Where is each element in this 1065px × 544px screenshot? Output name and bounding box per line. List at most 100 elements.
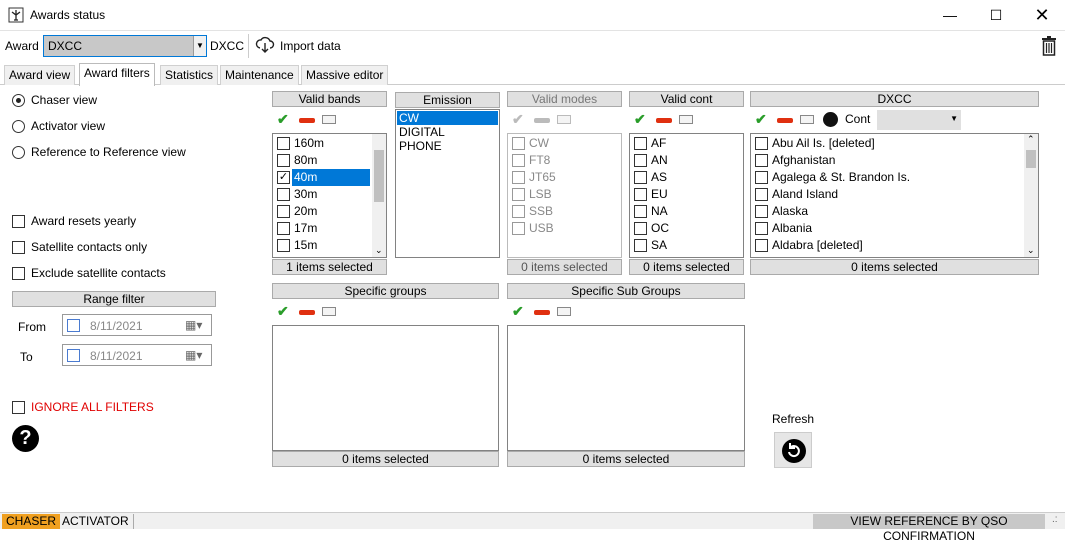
ref2ref-view-radio[interactable] (12, 146, 25, 159)
list-item[interactable]: 15m (273, 237, 386, 254)
to-date-picker[interactable]: 8/11/2021 ▦▾ (62, 344, 212, 366)
item-checkbox[interactable] (512, 188, 525, 201)
tab-statistics[interactable]: Statistics (160, 65, 219, 85)
list-item[interactable]: USB (508, 220, 621, 237)
activator-view-radio[interactable] (12, 120, 25, 133)
item-checkbox[interactable] (755, 239, 768, 252)
to-date-checkbox[interactable] (67, 349, 80, 362)
list-item[interactable]: Afghanistan (751, 152, 1038, 169)
list-item[interactable]: 17m (273, 220, 386, 237)
item-checkbox[interactable] (277, 188, 290, 201)
window-icon[interactable] (557, 307, 571, 316)
from-date-picker[interactable]: 8/11/2021 ▦▾ (62, 314, 212, 336)
list-item[interactable]: Agalega & St. Brandon Is. (751, 169, 1038, 186)
item-checkbox[interactable] (755, 188, 768, 201)
window-icon[interactable] (322, 115, 336, 124)
uncheck-all-icon[interactable] (299, 118, 315, 123)
status-activator[interactable]: ACTIVATOR (58, 514, 134, 529)
chevron-down-icon[interactable]: ▼ (193, 36, 206, 56)
item-checkbox[interactable] (634, 154, 647, 167)
window-icon[interactable] (322, 307, 336, 316)
item-checkbox[interactable] (512, 222, 525, 235)
item-checkbox[interactable] (634, 222, 647, 235)
status-view-reference[interactable]: VIEW REFERENCE BY QSO CONFIRMATION (813, 514, 1045, 543)
check-all-icon[interactable]: ✔ (512, 303, 524, 320)
chaser-view-radio[interactable] (12, 94, 25, 107)
list-item[interactable]: Aldabra [deleted] (751, 237, 1038, 254)
list-item[interactable]: SSB (508, 203, 621, 220)
list-item[interactable]: 20m (273, 203, 386, 220)
trash-icon[interactable] (1041, 36, 1057, 56)
check-all-icon[interactable]: ✔ (277, 303, 289, 320)
import-data-button[interactable]: Import data (255, 36, 355, 56)
list-item[interactable]: AF (630, 135, 743, 152)
list-item[interactable]: AS (630, 169, 743, 186)
globe-icon[interactable] (823, 112, 838, 127)
check-all-icon[interactable]: ✔ (634, 111, 646, 128)
check-all-icon[interactable]: ✔ (277, 111, 289, 128)
refresh-button[interactable] (774, 432, 812, 468)
list-item[interactable]: Aland Island (751, 186, 1038, 203)
item-checkbox[interactable] (277, 205, 290, 218)
item-checkbox[interactable] (755, 222, 768, 235)
list-item[interactable]: ✓ 40m (273, 169, 386, 186)
window-icon[interactable] (800, 115, 814, 124)
close-button[interactable]: ✕ (1019, 0, 1065, 31)
window-icon[interactable] (557, 115, 571, 124)
uncheck-all-icon[interactable] (656, 118, 672, 123)
list-item[interactable]: JT65 (508, 169, 621, 186)
item-checkbox[interactable] (512, 171, 525, 184)
list-item[interactable]: LSB (508, 186, 621, 203)
item-checkbox[interactable] (634, 137, 647, 150)
tab-award-view[interactable]: Award view (4, 65, 76, 85)
resets-yearly-checkbox[interactable] (12, 215, 25, 228)
item-checkbox[interactable] (277, 154, 290, 167)
list-item[interactable]: Abu Ail Is. [deleted] (751, 135, 1038, 152)
uncheck-all-icon[interactable] (534, 118, 550, 123)
list-item[interactable]: FT8 (508, 152, 621, 169)
item-checkbox[interactable] (634, 205, 647, 218)
item-checkbox[interactable] (634, 171, 647, 184)
maximize-button[interactable]: ☐ (973, 0, 1019, 31)
list-item[interactable]: Alaska (751, 203, 1038, 220)
item-checkbox[interactable] (512, 137, 525, 150)
bands-list[interactable]: ⌄ 160m 80m ✓ 40m 30m 20m 17m 15m (272, 133, 387, 258)
minimize-button[interactable]: — (927, 0, 973, 31)
modes-list[interactable]: CW FT8 JT65 LSB SSB USB (507, 133, 622, 258)
item-checkbox[interactable] (755, 171, 768, 184)
cont-select[interactable]: ▼ (877, 110, 961, 130)
tab-award-filters[interactable]: Award filters (79, 63, 155, 86)
resize-grip-icon[interactable]: .: (1052, 514, 1058, 525)
list-item[interactable]: OC (630, 220, 743, 237)
sat-only-checkbox[interactable] (12, 241, 25, 254)
emission-item[interactable]: PHONE (397, 139, 498, 153)
list-item[interactable]: AN (630, 152, 743, 169)
emission-list[interactable]: CW DIGITAL PHONE (395, 109, 500, 258)
tab-maintenance[interactable]: Maintenance (220, 65, 299, 85)
item-checkbox[interactable] (755, 137, 768, 150)
calendar-icon[interactable]: ▦▾ (185, 348, 202, 362)
item-checkbox[interactable] (755, 154, 768, 167)
award-select[interactable]: DXCC ▼ (43, 35, 207, 57)
list-item[interactable]: CW (508, 135, 621, 152)
cont-list[interactable]: AF AN AS EU NA OC SA (629, 133, 744, 258)
ignore-filters-checkbox[interactable] (12, 401, 25, 414)
list-item[interactable]: 80m (273, 152, 386, 169)
uncheck-all-icon[interactable] (299, 310, 315, 315)
list-item[interactable]: 160m (273, 135, 386, 152)
calendar-icon[interactable]: ▦▾ (185, 318, 202, 332)
help-icon[interactable]: ? (12, 425, 39, 452)
window-icon[interactable] (679, 115, 693, 124)
list-item[interactable]: 30m (273, 186, 386, 203)
item-checkbox[interactable] (512, 154, 525, 167)
uncheck-all-icon[interactable] (777, 118, 793, 123)
emission-item[interactable]: CW (397, 111, 498, 125)
item-checkbox[interactable] (277, 222, 290, 235)
item-checkbox[interactable] (634, 239, 647, 252)
check-all-icon[interactable]: ✔ (755, 111, 767, 128)
item-checkbox[interactable] (634, 188, 647, 201)
exclude-sat-checkbox[interactable] (12, 267, 25, 280)
status-chaser[interactable]: CHASER (2, 514, 61, 529)
list-item[interactable]: NA (630, 203, 743, 220)
subgroups-list[interactable] (507, 325, 745, 451)
